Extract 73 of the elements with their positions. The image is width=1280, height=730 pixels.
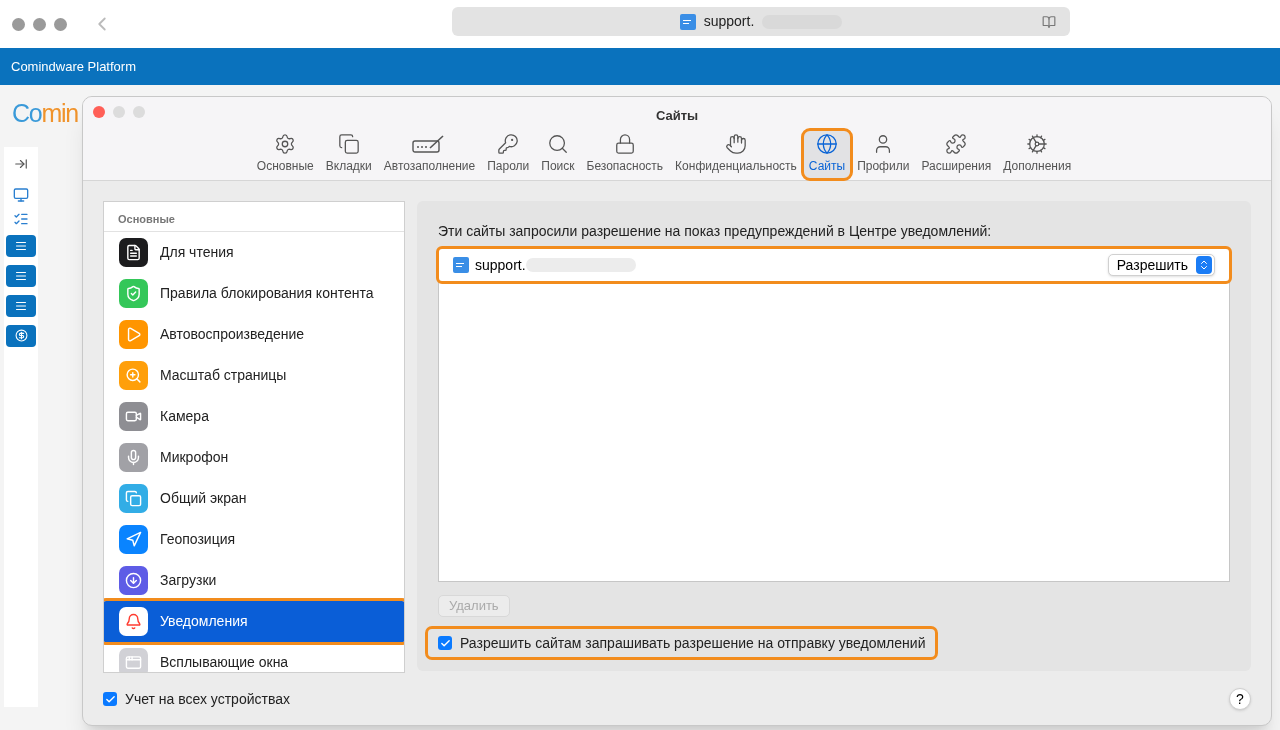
sidebar-item[interactable]: Загрузки xyxy=(104,560,404,601)
address-field[interactable]: support. xyxy=(452,7,1070,36)
close-icon[interactable] xyxy=(93,106,105,118)
key-icon xyxy=(497,133,520,155)
reader-icon[interactable] xyxy=(1042,14,1056,29)
collapse-icon[interactable] xyxy=(14,156,28,171)
sidebar-item[interactable]: Общий экран xyxy=(104,478,404,519)
sidebar-item[interactable]: Правила блокирования контента xyxy=(104,273,404,314)
hand-icon xyxy=(724,133,747,155)
lines-icon xyxy=(15,239,27,252)
lines-icon xyxy=(15,269,27,282)
lock-icon xyxy=(613,133,636,155)
toolbar-tab[interactable]: Вкладки xyxy=(320,131,377,178)
sidebar-item[interactable]: Масштаб страницы xyxy=(104,355,404,396)
magnifier-plus-icon xyxy=(119,361,148,390)
site-favicon-icon xyxy=(453,257,469,273)
sync-label: Учет на всех устройствах xyxy=(125,689,290,709)
site-favicon-icon xyxy=(679,13,696,30)
gears-icon xyxy=(1026,133,1049,155)
description-text: Эти сайты запросили разрешение на показ предупреждений в Центре уведомлений: xyxy=(438,222,993,241)
sidebar-item[interactable]: Геопозиция xyxy=(104,519,404,560)
overlapping-squares-icon xyxy=(337,133,360,155)
toolbar-tab[interactable]: Расширения xyxy=(916,131,997,178)
list-button[interactable] xyxy=(6,234,36,257)
sidebar-item[interactable]: Для чтения xyxy=(104,232,404,273)
play-icon xyxy=(119,320,148,349)
window-title: Сайты xyxy=(655,108,699,123)
toolbar-tab[interactable]: Сайты xyxy=(803,131,851,178)
puzzle-icon xyxy=(945,133,968,155)
window-control-icon[interactable] xyxy=(12,17,25,31)
site-name: support. xyxy=(475,255,526,275)
brand-logo: Comin xyxy=(12,99,78,127)
allow-requests-option[interactable]: Разрешить сайтам запрашивать разрешение на отправку уведомлений xyxy=(428,629,936,657)
bell-icon xyxy=(119,607,148,636)
window-control-icon[interactable] xyxy=(33,17,46,31)
list-button[interactable] xyxy=(6,264,36,287)
checkbox[interactable] xyxy=(438,636,452,650)
screens-icon xyxy=(119,484,148,513)
search-icon xyxy=(546,133,569,155)
sidebar-item[interactable]: Уведомления xyxy=(104,601,404,642)
toolbar-tab[interactable]: Поиск xyxy=(536,131,580,178)
document-icon xyxy=(119,238,148,267)
sidebar-item[interactable]: Микрофон xyxy=(104,437,404,478)
section-heading: Основные xyxy=(118,213,175,225)
url-text: support. xyxy=(703,12,755,31)
toolbar-tab[interactable]: Конфиденциальность xyxy=(670,131,802,178)
sidebar-item[interactable]: Автовоспроизведение xyxy=(104,314,404,355)
window-control-icon[interactable] xyxy=(54,17,67,31)
stepper-icon xyxy=(1196,256,1212,274)
toolbar-tab[interactable]: Безопасность xyxy=(581,131,669,178)
lines-icon xyxy=(15,299,27,312)
shield-check-icon xyxy=(119,279,148,308)
coin-button[interactable] xyxy=(6,324,36,347)
coin-icon xyxy=(14,329,28,342)
toolbar-tab[interactable]: Пароли xyxy=(482,131,535,178)
camera-icon xyxy=(119,402,148,431)
permission-dropdown[interactable]: Разрешить xyxy=(1107,254,1215,276)
checkbox[interactable] xyxy=(103,692,117,706)
list-button[interactable] xyxy=(6,294,36,317)
toolbar-tab[interactable]: Основные xyxy=(251,131,319,178)
monitor-icon[interactable] xyxy=(13,186,29,203)
gear-icon xyxy=(274,133,297,155)
toolbar-tab[interactable]: Профили xyxy=(852,131,915,178)
download-icon xyxy=(119,566,148,595)
toolbar-tab[interactable]: Дополнения xyxy=(998,131,1077,178)
sidebar-item[interactable]: Камера xyxy=(104,396,404,437)
sidebar-item[interactable]: Всплывающие окна xyxy=(104,642,404,672)
globe-icon xyxy=(816,133,838,155)
help-button[interactable]: ? xyxy=(1229,688,1251,710)
microphone-icon xyxy=(119,443,148,472)
app-title: Comindware Platform xyxy=(11,57,136,76)
site-row[interactable]: support. Разрешить xyxy=(439,249,1229,281)
toolbar-tab[interactable]: Автозаполнение xyxy=(378,131,481,178)
